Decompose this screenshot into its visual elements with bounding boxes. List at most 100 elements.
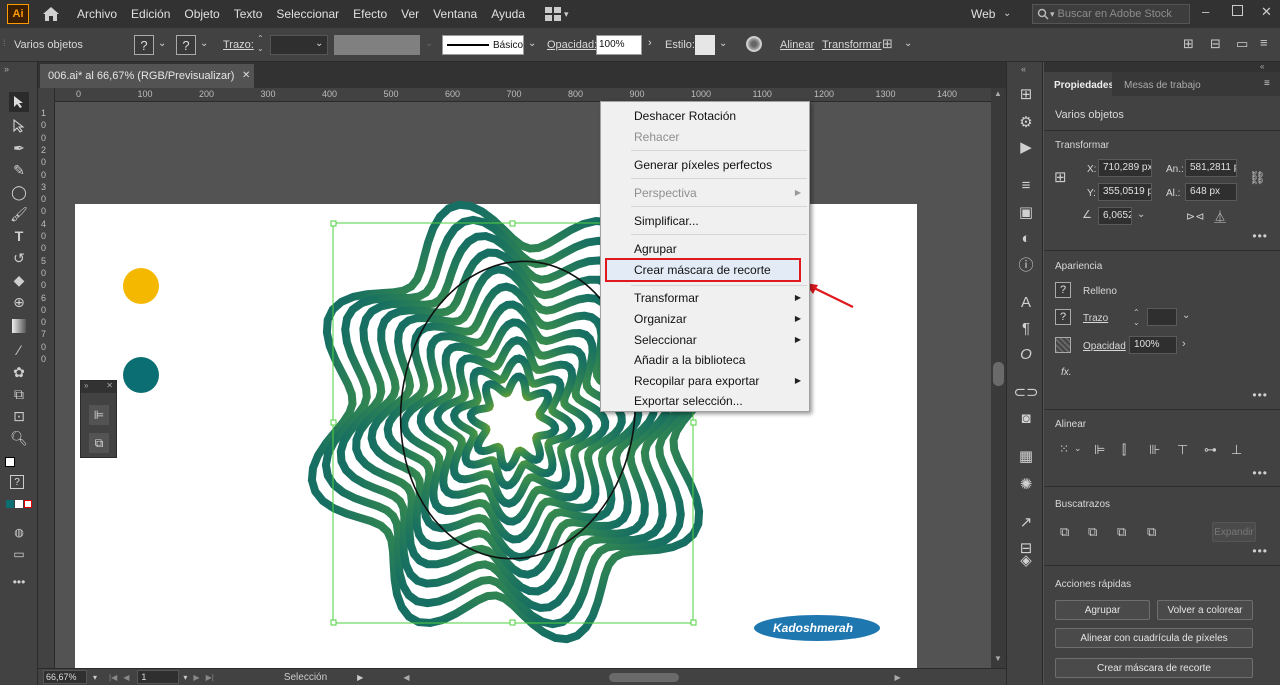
stepper-icon[interactable]: ⌃ ⌄ bbox=[1133, 308, 1140, 328]
height-input[interactable]: 648 px bbox=[1185, 183, 1237, 201]
ctx-transform[interactable]: Transformar bbox=[634, 291, 699, 305]
first-artboard-icon[interactable]: |◀ bbox=[109, 673, 117, 682]
fill-swatch[interactable]: ? bbox=[134, 35, 154, 55]
chevron-down-icon[interactable]: ⌄ bbox=[1182, 310, 1190, 321]
intersect-icon[interactable]: ⧉ bbox=[1117, 524, 1126, 540]
more-options-icon[interactable]: ••• bbox=[1252, 544, 1268, 558]
direct-selection-tool-icon[interactable] bbox=[9, 116, 29, 136]
settings-gear-icon[interactable]: ⚙ bbox=[1016, 112, 1036, 132]
tab-artboards[interactable]: Mesas de trabajo bbox=[1124, 80, 1201, 91]
yellow-circle[interactable] bbox=[123, 268, 159, 304]
chevron-down-icon[interactable]: ⌄ bbox=[1137, 209, 1145, 220]
ellipse-tool-icon[interactable]: ◯ bbox=[9, 182, 29, 202]
chevron-down-icon[interactable]: ⌄ bbox=[315, 38, 323, 49]
more-tools-icon[interactable]: ••• bbox=[9, 572, 29, 592]
fill-swatch[interactable]: ? bbox=[1055, 282, 1071, 298]
pathfinder-icon[interactable]: ⧉ bbox=[89, 433, 109, 453]
graphic-style-swatch[interactable] bbox=[695, 35, 715, 55]
align-panel-icon[interactable]: ⊟ bbox=[1210, 36, 1221, 52]
make-clipping-mask-button[interactable]: Crear máscara de recorte bbox=[1055, 658, 1253, 678]
opacity-label[interactable]: Opacidad bbox=[1083, 341, 1126, 352]
ctx-pixel-perfect[interactable]: Generar píxeles perfectos bbox=[634, 158, 772, 172]
angle-input[interactable]: 6,0652° bbox=[1098, 207, 1132, 225]
y-input[interactable]: 355,0519 px bbox=[1098, 183, 1152, 201]
chevron-down-icon[interactable]: ⌄ bbox=[528, 38, 536, 49]
workspace-switcher[interactable]: Web bbox=[971, 7, 995, 21]
opacity-label[interactable]: Opacidad: bbox=[547, 39, 597, 51]
align-vcenter-icon[interactable]: ⊶ bbox=[1204, 442, 1217, 458]
properties-panel-icon[interactable]: ⊞ bbox=[1016, 84, 1036, 104]
angle-icon[interactable]: ∠ bbox=[1082, 208, 1092, 221]
status-menu-icon[interactable]: ▶ bbox=[357, 673, 363, 682]
chevron-down-icon[interactable]: ⌄ bbox=[425, 38, 433, 49]
more-options-icon[interactable]: ••• bbox=[1252, 229, 1268, 243]
zoom-field[interactable]: 66,67% bbox=[43, 670, 87, 684]
ctx-select[interactable]: Seleccionar bbox=[634, 333, 697, 347]
symbols-icon[interactable]: ✺ bbox=[1016, 474, 1036, 494]
stroke-swatch[interactable]: ? bbox=[176, 35, 196, 55]
chevron-down-icon[interactable]: ⌄ bbox=[719, 38, 727, 49]
align-bottom-icon[interactable]: ⊥ bbox=[1231, 442, 1242, 458]
gradient-tool-icon[interactable] bbox=[9, 316, 29, 336]
last-artboard-icon[interactable]: ▶| bbox=[206, 673, 214, 682]
vertical-scrollbar[interactable]: ▲ ▼ bbox=[991, 88, 1006, 668]
scroll-left-arrow[interactable]: ◀ bbox=[403, 673, 409, 682]
document-tab[interactable]: 006.ai* al 66,67% (RGB/Previsualizar) ✕ bbox=[40, 64, 254, 88]
reference-point-icon[interactable]: ⊞ bbox=[1054, 168, 1067, 186]
image-trace-icon[interactable]: ◙ bbox=[1016, 408, 1036, 428]
artboard-tool-icon[interactable]: ⊡ bbox=[9, 406, 29, 426]
menu-efecto[interactable]: Efecto bbox=[353, 7, 387, 21]
ctx-make-clipping-mask[interactable]: Crear máscara de recorte bbox=[634, 263, 771, 277]
scroll-thumb[interactable] bbox=[993, 362, 1004, 386]
layers-icon[interactable]: ◈ bbox=[1016, 550, 1036, 570]
more-options-icon[interactable]: ••• bbox=[1252, 388, 1268, 402]
ctx-collect-for-export[interactable]: Recopilar para exportar bbox=[634, 374, 759, 388]
swatches-icon[interactable]: ▦ bbox=[1016, 446, 1036, 466]
stroke-swatch[interactable]: ? bbox=[1055, 309, 1071, 325]
stroke-label[interactable]: Trazo: bbox=[223, 39, 254, 51]
ctx-simplify[interactable]: Simplificar... bbox=[634, 214, 699, 228]
align-left-icon[interactable]: ⊫ bbox=[1094, 442, 1105, 458]
chevron-down-icon[interactable]: ⌄ bbox=[904, 38, 912, 49]
scroll-right-arrow[interactable]: ▶ bbox=[894, 673, 900, 682]
stepper-icon[interactable]: ⌃ ⌄ bbox=[257, 34, 264, 54]
chevron-down-icon[interactable]: ⌄ bbox=[1074, 443, 1082, 454]
artwork-svg[interactable] bbox=[55, 102, 991, 668]
rotate-tool-icon[interactable]: ↺ bbox=[9, 248, 29, 268]
fx-icon[interactable]: fx. bbox=[1061, 367, 1072, 378]
exclude-icon[interactable]: ⧉ bbox=[1147, 524, 1156, 540]
curvature-tool-icon[interactable]: ✎ bbox=[9, 160, 29, 180]
ctx-group[interactable]: Agrupar bbox=[634, 242, 677, 256]
ctx-arrange[interactable]: Organizar bbox=[634, 312, 687, 326]
info-icon[interactable]: ⓘ bbox=[1016, 254, 1036, 274]
menu-texto[interactable]: Texto bbox=[234, 7, 263, 21]
menu-edicion[interactable]: Edición bbox=[131, 7, 170, 21]
width-input[interactable]: 581,2811 p bbox=[1185, 159, 1237, 177]
unite-icon[interactable]: ⧉ bbox=[1060, 524, 1069, 540]
stock-search[interactable]: ▾ Buscar en Adobe Stock bbox=[1032, 4, 1190, 24]
maximize-button[interactable] bbox=[1232, 5, 1243, 16]
chevron-down-icon[interactable]: ⌄ bbox=[1003, 8, 1011, 19]
teal-circle[interactable] bbox=[123, 357, 159, 393]
constrain-proportions-icon[interactable]: ⛓ bbox=[1249, 170, 1266, 186]
close-tab-icon[interactable]: ✕ bbox=[242, 70, 250, 81]
screen-mode-icon[interactable]: ▭ bbox=[9, 544, 29, 564]
chevron-down-icon[interactable]: ▾ bbox=[93, 673, 97, 682]
artboard-number-field[interactable]: 1 bbox=[137, 670, 180, 684]
brush-definition[interactable]: Básico bbox=[442, 35, 524, 55]
opacity-input[interactable]: 100% bbox=[596, 35, 642, 55]
close-window-button[interactable]: ✕ bbox=[1261, 4, 1272, 20]
links-panel-icon[interactable]: ⊂⊃ bbox=[1013, 382, 1038, 402]
draw-mode-icon[interactable]: ◍ bbox=[9, 522, 29, 542]
zoom-tool-icon[interactable]: 🔍︎ bbox=[9, 428, 29, 448]
minus-front-icon[interactable]: ⧉ bbox=[1088, 524, 1097, 540]
export-panel-icon[interactable]: ↗ bbox=[1016, 512, 1036, 532]
prev-artboard-icon[interactable]: ◀ bbox=[123, 673, 129, 682]
next-artboard-icon[interactable]: ▶ bbox=[193, 673, 199, 682]
flip-horizontal-icon[interactable]: ⊳⊲ bbox=[1186, 210, 1204, 223]
transform-link[interactable]: Transformar bbox=[822, 39, 882, 51]
recolor-artwork-icon[interactable] bbox=[746, 36, 762, 52]
menu-seleccionar[interactable]: Seleccionar bbox=[276, 7, 339, 21]
more-options-icon[interactable]: ••• bbox=[1252, 466, 1268, 480]
ctx-export-selection[interactable]: Exportar selección... bbox=[634, 394, 743, 408]
